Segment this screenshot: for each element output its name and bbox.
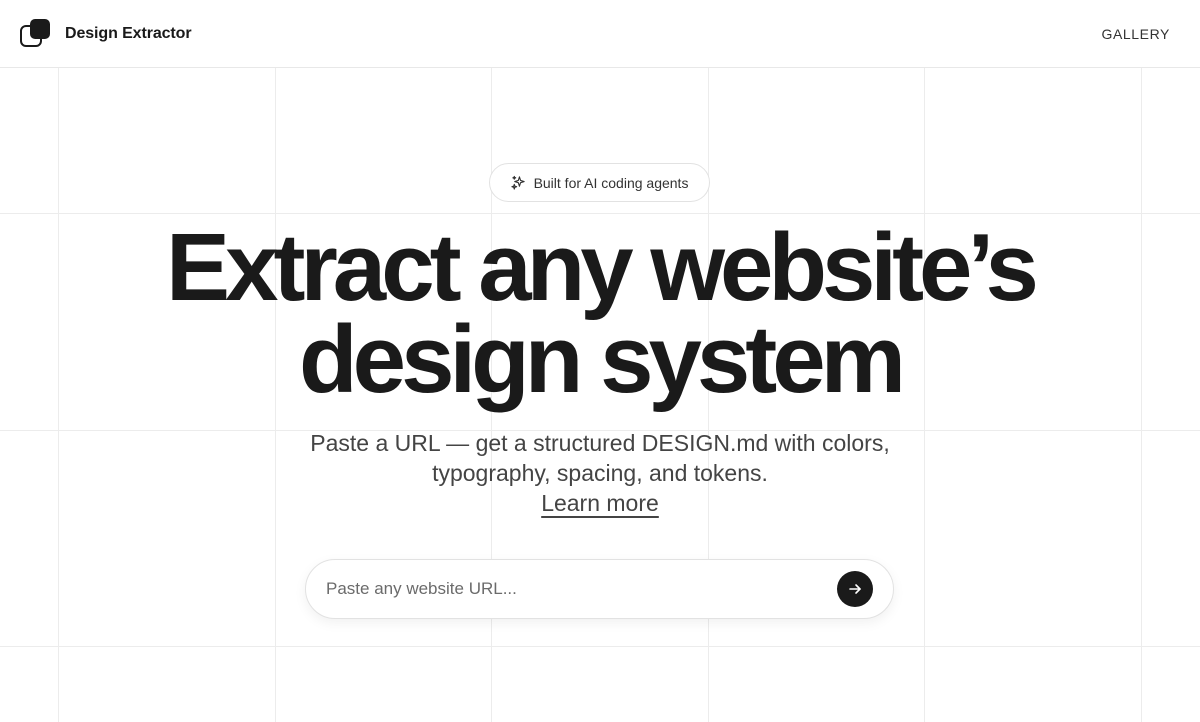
headline-line-1: Extract any website’s — [166, 214, 1039, 321]
subhead-line-1: Paste a URL — get a structured DESIGN.md… — [310, 430, 890, 456]
hero-badge: Built for AI coding agents — [489, 163, 710, 202]
hero-headline: Extract any website’s design system — [0, 214, 1200, 413]
url-search-form — [305, 559, 894, 619]
learn-more-link[interactable]: Learn more — [541, 490, 659, 516]
top-nav: Design Extractor GALLERY — [0, 0, 1200, 68]
sparkles-icon — [510, 175, 525, 190]
brand[interactable]: Design Extractor — [20, 19, 192, 48]
headline-line-2: design system — [299, 306, 906, 413]
submit-button[interactable] — [837, 571, 873, 607]
url-input[interactable] — [326, 579, 829, 599]
logo-icon — [20, 19, 51, 48]
hero-subhead: Paste a URL — get a structured DESIGN.md… — [0, 428, 1200, 518]
brand-name: Design Extractor — [65, 24, 192, 42]
arrow-right-icon — [849, 584, 861, 594]
subhead-line-2: typography, spacing, and tokens. Learn m… — [0, 458, 1200, 518]
subhead-line-2-text: typography, spacing, and tokens. — [432, 460, 768, 486]
badge-text: Built for AI coding agents — [533, 174, 689, 191]
grid-line — [0, 646, 1200, 647]
nav-link-gallery[interactable]: GALLERY — [1101, 26, 1170, 42]
page: Design Extractor GALLERY Built for AI co… — [0, 0, 1200, 722]
